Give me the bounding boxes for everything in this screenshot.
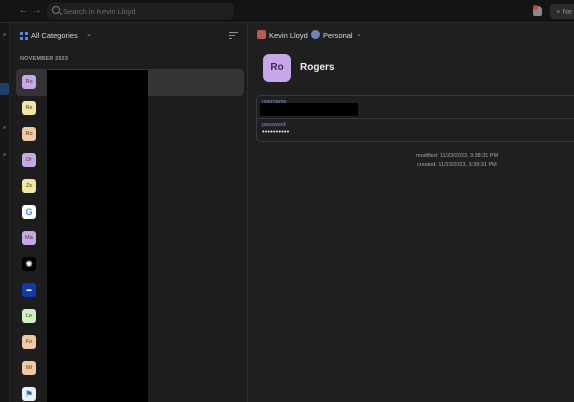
chevron-down-icon: ⌄: [356, 31, 362, 38]
chevron-down-icon: ⌄: [86, 31, 92, 38]
owner-avatar: [257, 30, 266, 39]
item-avatar[interactable]: Re: [22, 101, 36, 115]
sidebar-dot: [3, 153, 6, 156]
password-label: password: [262, 122, 286, 128]
password-value[interactable]: ••••••••••: [262, 129, 290, 136]
owner-name: Kevin Lloyd: [269, 31, 308, 40]
item-avatar[interactable]: Ro: [22, 75, 36, 89]
redacted-region: [47, 70, 148, 402]
notification-badge: [533, 5, 538, 10]
sidebar-dot: [3, 126, 6, 129]
search-input[interactable]: Search in Kevin Lloyd: [47, 3, 234, 19]
item-avatar[interactable]: Ma: [22, 231, 36, 245]
created-timestamp: created: 11/23/2023, 3:38:31 PM: [417, 162, 497, 168]
item-avatar[interactable]: Fo: [22, 335, 36, 349]
field-divider: [257, 118, 574, 119]
notification-icon[interactable]: [533, 5, 542, 16]
search-icon: [52, 6, 60, 14]
item-list: All Categories ⌄ NOVEMBER 2023 Ro Re Ro Dr Z…: [10, 23, 248, 402]
fields-card: username password ••••••••••: [256, 95, 574, 142]
forward-button[interactable]: →: [31, 5, 42, 17]
item-avatar[interactable]: Ro: [22, 127, 36, 141]
top-bar: ← → Search in Kevin Lloyd + Ne: [0, 0, 574, 23]
item-avatar[interactable]: Le: [22, 309, 36, 323]
sidebar-edge: [0, 23, 10, 402]
item-detail: Kevin Lloyd Personal ⌄ Ro Rogers usernam…: [249, 23, 574, 402]
search-placeholder: Search in Kevin Lloyd: [63, 7, 136, 16]
modified-timestamp: modified: 11/23/2023, 3:38:31 PM: [416, 153, 499, 159]
item-avatar[interactable]: Mi: [22, 361, 36, 375]
back-button[interactable]: ←: [18, 5, 29, 17]
item-avatar[interactable]: Dr: [22, 153, 36, 167]
item-avatar: Ro: [263, 54, 291, 82]
sidebar-dot: [3, 33, 6, 36]
sort-button[interactable]: [229, 31, 238, 40]
section-header: NOVEMBER 2023: [20, 56, 69, 62]
item-avatar[interactable]: Zs: [22, 179, 36, 193]
brand-app-icon[interactable]: ⚑: [22, 387, 36, 401]
item-title: Rogers: [300, 62, 335, 73]
new-item-button[interactable]: + Ne: [550, 4, 574, 19]
username-redacted[interactable]: [260, 103, 358, 116]
sidebar-active-indicator[interactable]: [0, 83, 9, 95]
openai-icon[interactable]: ✺: [22, 257, 36, 271]
brand-blue-icon[interactable]: ▬: [22, 283, 36, 297]
google-icon[interactable]: G: [22, 205, 36, 219]
vault-name: Personal: [323, 31, 353, 40]
all-categories-icon: [20, 32, 28, 40]
vault-icon: [311, 30, 320, 39]
category-label: All Categories: [31, 31, 78, 40]
